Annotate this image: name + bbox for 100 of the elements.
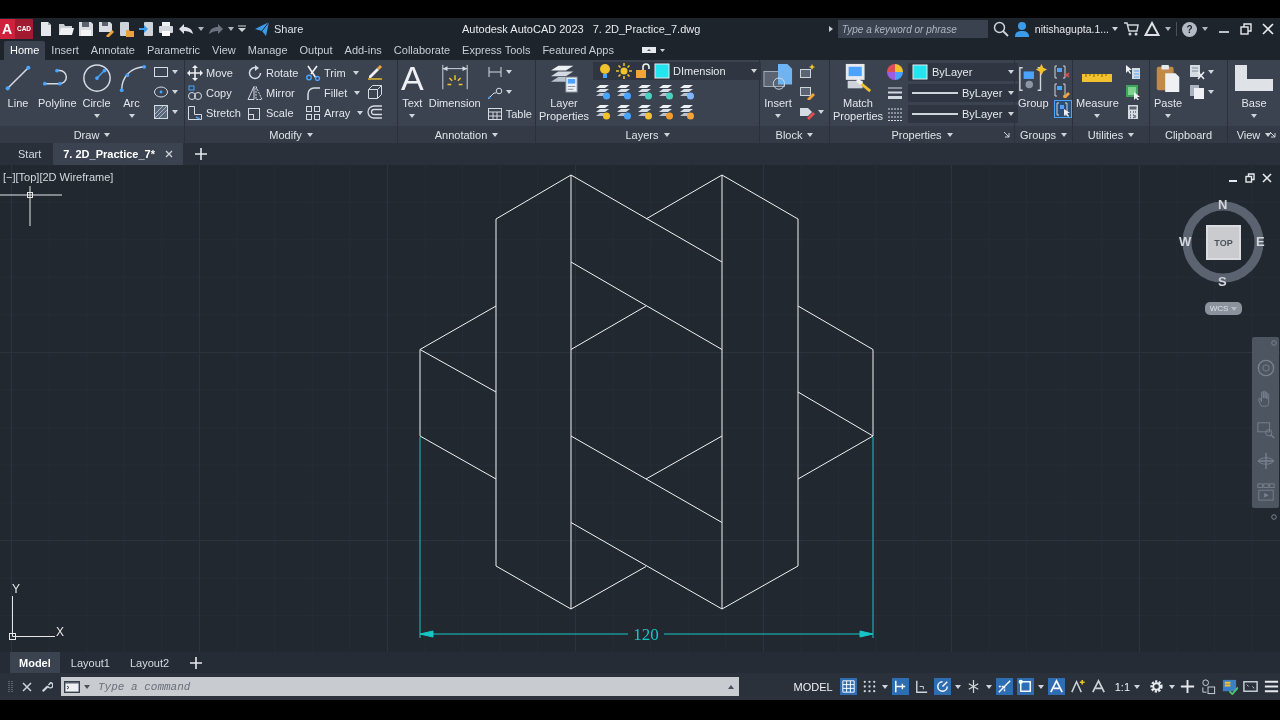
help-button[interactable]: ? (1182, 21, 1197, 37)
model-space-button[interactable]: MODEL (790, 680, 836, 693)
grip-icon[interactable] (8, 679, 13, 694)
constraint-icon[interactable] (891, 678, 909, 695)
hatch-icon[interactable] (152, 104, 169, 120)
triangle-icon[interactable] (1144, 21, 1160, 37)
cursor-list-icon[interactable] (1124, 64, 1141, 80)
cart-icon[interactable] (1123, 21, 1139, 37)
caret-icon[interactable] (1208, 70, 1214, 74)
linetype-dropdown[interactable]: ByLayer (908, 105, 1018, 123)
caret-icon[interactable] (505, 90, 512, 94)
wrench-icon[interactable] (41, 680, 53, 693)
group-cursor-icon[interactable] (1053, 100, 1072, 118)
ribbon-tab[interactable]: Express Tools (456, 41, 537, 60)
base-button[interactable]: Base (1233, 62, 1275, 118)
panel-title[interactable]: Layers (536, 126, 759, 143)
visual-style-menu[interactable]: [2D Wireframe] (39, 171, 114, 183)
caret-icon[interactable] (1202, 27, 1208, 31)
menu-icon[interactable] (1263, 678, 1280, 695)
block-pencil-icon[interactable] (799, 84, 815, 100)
save-as-icon[interactable] (98, 21, 114, 37)
select-all-icon[interactable] (1124, 84, 1141, 100)
tablet-folder-icon[interactable] (118, 21, 134, 37)
bar-caret-icon[interactable] (238, 25, 246, 33)
paste-button[interactable]: Paste (1152, 62, 1184, 118)
ribbon-tab[interactable]: Annotate (84, 41, 141, 60)
trim-button[interactable]: Trim (305, 63, 365, 83)
viewport-controls-menu[interactable]: [−] (3, 171, 16, 183)
plus-icon[interactable] (190, 656, 203, 669)
caret-icon[interactable] (1037, 684, 1044, 689)
panel-title[interactable]: Draw (0, 126, 184, 143)
polyline-button[interactable]: Polyline (37, 62, 78, 110)
panel-title[interactable]: Annotation (398, 126, 535, 143)
annotation-icon[interactable] (1047, 678, 1065, 695)
mirror-button[interactable]: Mirror (247, 83, 305, 103)
panel-title[interactable]: Clipboard (1150, 126, 1227, 143)
grid-icon[interactable] (839, 678, 857, 695)
snap-square-icon[interactable] (1016, 678, 1034, 695)
toggle-bar-icon[interactable] (641, 46, 666, 54)
circle-button[interactable]: Circle (80, 62, 113, 118)
ribbon-tab[interactable]: Output (293, 41, 339, 60)
command-line-bar[interactable]: Type a command (61, 677, 739, 696)
user-menu-button[interactable]: nitishagupta.1... (1034, 23, 1118, 35)
corner-arrow-icon[interactable] (1003, 131, 1010, 138)
text-button[interactable]: A Text (400, 62, 425, 118)
layers-dot-icon[interactable] (637, 84, 653, 100)
drawing-canvas[interactable]: 120 Y X [−][Top][2D Wireframe] N E S W TOP WCS (0, 165, 1280, 652)
restore-icon[interactable] (1240, 23, 1252, 35)
rectangle-icon[interactable] (152, 64, 169, 80)
gear-icon[interactable] (1148, 678, 1165, 695)
block-star-icon[interactable] (799, 64, 815, 80)
plus-icon[interactable] (1179, 678, 1196, 695)
ribbon-tab[interactable]: View (206, 41, 242, 60)
panel-title[interactable]: Groups (1015, 126, 1072, 143)
insert-button[interactable]: Insert (762, 62, 794, 118)
table-button[interactable]: Table (486, 104, 532, 124)
layers-dot-icon[interactable] (658, 84, 674, 100)
group-cross-icon[interactable] (1053, 64, 1070, 80)
layout-tab[interactable]: Model (10, 652, 60, 673)
caret-icon[interactable] (1165, 27, 1171, 31)
file-tab[interactable]: Start (8, 143, 52, 165)
panel-title[interactable]: Properties (830, 126, 1014, 143)
annotation-scale-icon[interactable] (1089, 678, 1107, 695)
close-icon[interactable] (1262, 173, 1272, 183)
close-icon[interactable] (1262, 23, 1274, 35)
polar-circle-icon[interactable] (933, 678, 951, 695)
compass-label[interactable]: N (1218, 198, 1228, 212)
layout-tab[interactable]: Layout2 (120, 652, 179, 673)
group-pencil-icon[interactable] (1053, 82, 1070, 98)
ribbon-tab[interactable]: Add-ins (338, 41, 388, 60)
command-line-field[interactable]: Type a command (94, 678, 724, 695)
measure-button[interactable]: Measure (1075, 62, 1120, 118)
small-circle-icon[interactable] (1271, 514, 1277, 520)
ribbon-tab[interactable]: Insert (45, 41, 85, 60)
dimension-button[interactable]: Dimension (427, 62, 482, 110)
tracking-line-icon[interactable] (995, 678, 1013, 695)
ribbon-tab[interactable]: Home (4, 41, 46, 60)
caret-icon[interactable] (171, 70, 178, 74)
caret-icon[interactable] (171, 90, 178, 94)
group-button[interactable]: Group (1017, 62, 1050, 110)
fillet-button[interactable]: Fillet (305, 83, 365, 103)
layer-dropdown[interactable]: DImension (593, 62, 761, 80)
search-icon[interactable] (992, 21, 1009, 37)
scissors-sheet-icon[interactable] (1189, 64, 1205, 80)
layers-dot-icon[interactable] (637, 104, 653, 120)
match-properties-button[interactable]: Match Properties (832, 62, 884, 123)
compass-label[interactable]: S (1218, 275, 1227, 289)
caret-icon[interactable] (1169, 684, 1175, 689)
stretch-button[interactable]: Stretch (187, 103, 247, 123)
compass-label[interactable]: E (1256, 235, 1265, 249)
linear-dimension-icon[interactable] (486, 64, 503, 80)
layers-dot-icon[interactable] (595, 84, 611, 100)
corner-arrow-icon[interactable] (1269, 131, 1276, 138)
new-file-icon[interactable] (38, 21, 54, 37)
caret-icon[interactable] (985, 684, 992, 689)
parallel-curves-icon[interactable] (367, 104, 383, 120)
lineweight-dropdown[interactable]: ByLayer (908, 84, 1018, 102)
circle-square-icon[interactable] (1200, 678, 1217, 695)
caret-icon[interactable] (1208, 90, 1214, 94)
share-button[interactable]: Share (254, 21, 304, 37)
